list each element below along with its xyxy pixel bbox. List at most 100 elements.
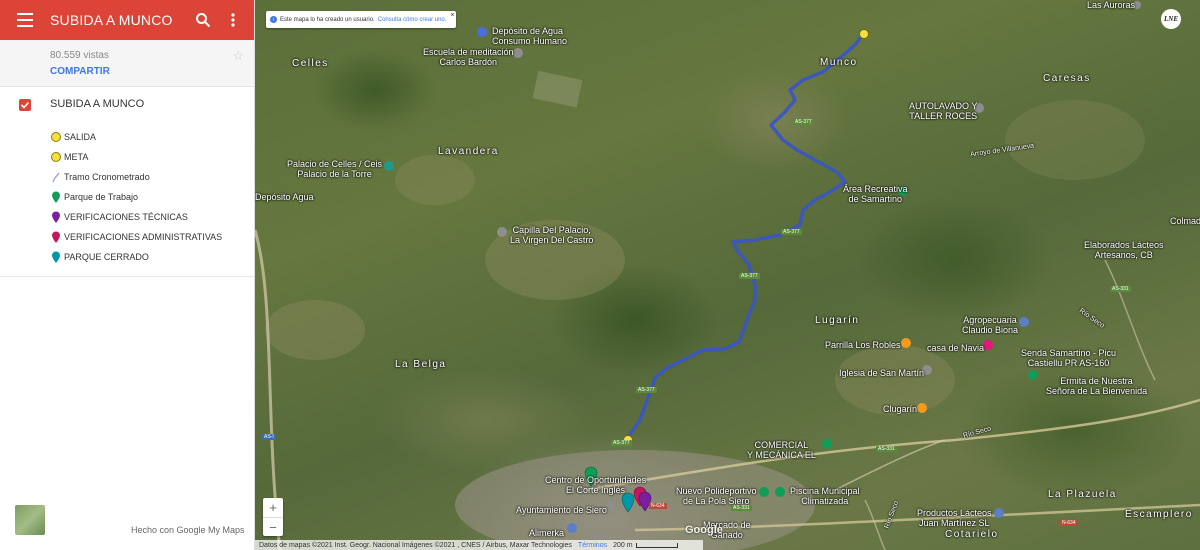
map-label: Munco [820, 57, 858, 68]
map-label: AUTOLAVADO Y TALLER ROCES [909, 101, 978, 121]
road-shield: N-634 [1060, 520, 1078, 526]
google-logo: Google [685, 524, 723, 536]
route-line [626, 32, 865, 439]
map-label: Depósito Agua [255, 192, 314, 202]
road-shield: AS-331 [731, 505, 752, 511]
road-shield: AS-377 [611, 440, 632, 446]
map-label: Senda Samartino - Picu Castiellu PR AS-1… [1021, 348, 1117, 368]
legend-item-parque-cerrado[interactable]: PARQUE CERRADO [0, 247, 254, 267]
star-icon[interactable]: ☆ [232, 48, 244, 64]
map-label: La Plazuela [1048, 489, 1117, 500]
lne-logo: LNE [1161, 9, 1181, 29]
more-options-button[interactable] [218, 0, 248, 40]
search-icon [196, 13, 211, 28]
map-label: Capilla Del Palacio, La Virgen Del Castr… [510, 225, 594, 245]
map-label: Centro de Oportunidades El Corte Inglés [545, 475, 647, 495]
layer-header: SUBIDA A MUNCO [0, 97, 254, 121]
legend-item-parque-trabajo[interactable]: Parque de Trabajo [0, 187, 254, 207]
map-label: Área Recreativa de Samartino [843, 184, 908, 204]
map-label: Elaborados Lácteos Artesanos, CB [1084, 240, 1164, 260]
red-pin-icon [51, 231, 61, 243]
notice-text: Este mapa lo ha creado un usuario. [280, 16, 375, 23]
scale-line [635, 542, 678, 548]
map-label: Cotarielo [945, 529, 999, 540]
zoom-in-button[interactable]: + [263, 498, 283, 517]
legend-label: VERIFICACIONES TÉCNICAS [64, 212, 188, 222]
view-count: 80.559 vistas [50, 50, 109, 61]
close-icon[interactable]: × [450, 12, 454, 19]
menu-button[interactable] [0, 0, 50, 40]
green-pin-icon [51, 191, 61, 203]
map-label: Escamplero [1125, 509, 1193, 520]
road-shield: AS-377 [793, 119, 814, 125]
road-shield: AS-377 [636, 387, 657, 393]
purple-pin-icon [51, 211, 61, 223]
map-label: Iglesia de San Martín [839, 368, 925, 378]
sidebar-panel: SUBIDA A MUNCO 80.559 vistas COMPARTIR ☆… [0, 0, 255, 550]
scale-bar: 200 m [613, 541, 678, 549]
map-label: Ermita de Nuestra Señora de La Bienvenid… [1046, 376, 1148, 396]
legend-item-meta[interactable]: META [0, 147, 254, 167]
map-label: Ayuntamiento de Siero [516, 505, 607, 515]
more-vert-icon [231, 13, 235, 27]
road-shield: N-634 [649, 503, 667, 509]
map-label: Caresas [1043, 73, 1091, 84]
road-shield: AS-377 [781, 229, 802, 235]
map-label: Clugarín [883, 404, 918, 414]
map-label: casa de Navia [927, 343, 985, 353]
checkmark-icon [20, 101, 30, 109]
divider [0, 276, 254, 277]
yellow-circle-icon [51, 131, 61, 143]
map-attribution-bar: Datos de mapas ©2021 Inst. Geogr. Nacion… [255, 540, 703, 550]
share-link[interactable]: COMPARTIR [50, 66, 110, 77]
map-label: Productos Lácteos Juan Martínez SL [917, 508, 992, 528]
info-icon: i [270, 16, 277, 23]
basemap-thumbnail[interactable] [15, 505, 45, 535]
attribution-text: Datos de mapas ©2021 Inst. Geogr. Nacion… [259, 541, 572, 549]
map-info: 80.559 vistas COMPARTIR ☆ [0, 40, 254, 87]
map-label: COMERCIAL Y MECÁNICA EL [747, 440, 816, 460]
meta-marker [859, 29, 869, 39]
teal-pin-icon [51, 251, 61, 263]
road-shield: AS-I [262, 434, 276, 440]
map-label: Parrilla Los Robles [825, 340, 901, 350]
layer-section: SUBIDA A MUNCO SALIDA META Tramo Cronome… [0, 87, 254, 267]
hamburger-icon [17, 13, 33, 27]
map-label: Nuevo Polideportivo de La Pola Siero [676, 486, 757, 506]
legend-label: VERIFICACIONES ADMINISTRATIVAS [64, 232, 223, 242]
legend-label: META [64, 152, 89, 162]
legend-item-tramo[interactable]: Tramo Cronometrado [0, 167, 254, 187]
line-icon [51, 171, 61, 183]
map-label: Alimerka [529, 528, 565, 538]
map-label: Lugarín [815, 315, 860, 326]
notice-link[interactable]: Consulta cómo crear uno. [378, 17, 447, 23]
legend-item-verif-tecnicas[interactable]: VERIFICACIONES TÉCNICAS [0, 207, 254, 227]
map-label: La Belga [395, 359, 447, 370]
map-label: Las Auroras [1087, 0, 1136, 10]
layer-name: SUBIDA A MUNCO [50, 98, 145, 110]
map-label: Celles [292, 58, 329, 69]
scale-label: 200 m [613, 541, 633, 549]
made-with-credit[interactable]: Hecho con Google My Maps [131, 525, 245, 535]
map-label: Lavandera [438, 146, 499, 157]
sidebar-header: SUBIDA A MUNCO [0, 0, 254, 40]
terms-link[interactable]: Términos [578, 542, 607, 549]
map-label: Colmad [1170, 216, 1200, 226]
legend-item-salida[interactable]: SALIDA [0, 127, 254, 147]
legend-label: PARQUE CERRADO [64, 252, 149, 262]
map-label: Agropecuaria Claudio Biona [962, 315, 1019, 335]
legend-label: Tramo Cronometrado [64, 172, 150, 182]
search-button[interactable] [188, 0, 218, 40]
user-map-notice: i Este mapa lo ha creado un usuario. Con… [266, 11, 457, 28]
zoom-out-button[interactable]: − [263, 517, 283, 537]
map-label: Palacio de Celles / Ceis Palacio de la T… [287, 159, 383, 179]
layer-checkbox[interactable] [19, 99, 31, 111]
map-label: Depósito de Agua Consumo Humano [492, 26, 568, 46]
zoom-controls: + − [263, 498, 283, 536]
map-canvas[interactable]: i Este mapa lo ha creado un usuario. Con… [255, 0, 1200, 550]
legend-label: SALIDA [64, 132, 97, 142]
legend-label: Parque de Trabajo [64, 192, 139, 202]
road-shield: AS-377 [739, 273, 760, 279]
legend-item-verif-admin[interactable]: VERIFICACIONES ADMINISTRATIVAS [0, 227, 254, 247]
road-shield: AS-331 [1110, 286, 1131, 292]
